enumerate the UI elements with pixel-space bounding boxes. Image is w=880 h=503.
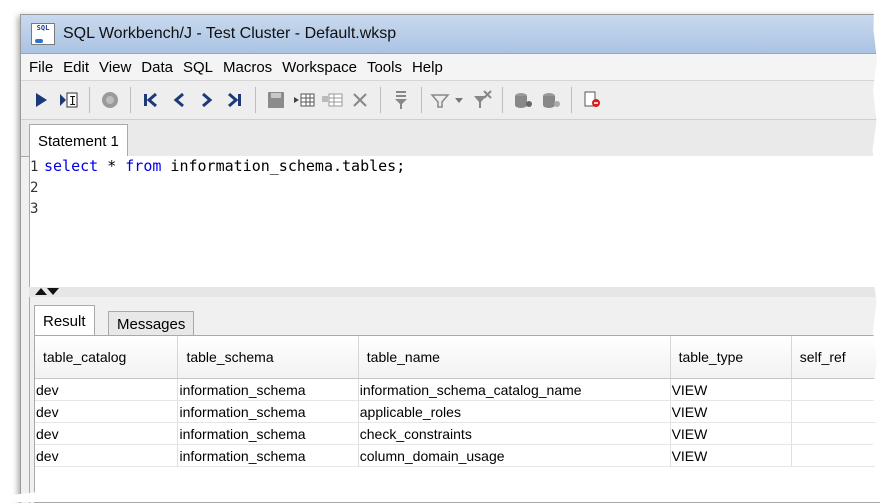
- save-icon[interactable]: [262, 86, 290, 114]
- commit-icon[interactable]: [509, 86, 537, 114]
- table-cell[interactable]: [791, 400, 880, 423]
- rollback-icon[interactable]: [537, 86, 565, 114]
- menu-workspace[interactable]: Workspace: [277, 59, 362, 76]
- table-cell[interactable]: information_schema: [177, 422, 359, 445]
- insert-row-icon[interactable]: [290, 86, 318, 114]
- table-cell[interactable]: VIEW: [670, 422, 792, 445]
- title-bar: SQL SQL Workbench/J - Test Cluster - Def…: [21, 15, 880, 54]
- table-cell[interactable]: check_constraints: [358, 422, 671, 445]
- filter-icon[interactable]: [387, 86, 415, 114]
- column-header[interactable]: table_catalog: [35, 336, 179, 379]
- table-cell[interactable]: information_schema_catalog_name: [358, 378, 671, 401]
- svg-text:I: I: [69, 94, 76, 108]
- menu-macros[interactable]: Macros: [218, 59, 277, 76]
- column-header[interactable]: self_ref: [791, 336, 880, 379]
- toolbar-separator: [380, 87, 381, 113]
- disconnect-icon[interactable]: [578, 86, 606, 114]
- sql-app-icon: SQL: [31, 23, 55, 45]
- table-cell[interactable]: dev: [35, 400, 179, 423]
- table-row[interactable]: dev information_schema column_domain_usa…: [35, 444, 880, 467]
- menu-file[interactable]: File: [21, 59, 58, 76]
- editor-line: 1 select * from information_schema.tables…: [30, 156, 880, 177]
- table-cell[interactable]: information_schema: [177, 378, 359, 401]
- menu-tools[interactable]: Tools: [362, 59, 407, 76]
- editor-line: 3: [30, 198, 880, 219]
- table-row[interactable]: dev information_schema applicable_roles …: [35, 400, 880, 423]
- previous-icon[interactable]: [165, 86, 193, 114]
- table-cell[interactable]: applicable_roles: [358, 400, 671, 423]
- tab-result[interactable]: Result: [34, 305, 95, 336]
- table-cell[interactable]: column_domain_usage: [358, 444, 671, 467]
- editor-line: 2: [30, 177, 880, 198]
- sql-text: information_schema.tables;: [161, 157, 406, 175]
- execute-icon[interactable]: [27, 86, 55, 114]
- window-title: SQL Workbench/J - Test Cluster - Default…: [63, 25, 397, 42]
- table-cell[interactable]: dev: [35, 378, 179, 401]
- table-header-row: table_catalog table_schema table_name ta…: [35, 336, 880, 379]
- editor-tab-strip: Statement 1: [21, 120, 880, 157]
- stop-icon[interactable]: [96, 86, 124, 114]
- table-cell[interactable]: [791, 378, 880, 401]
- line-number: 2: [30, 180, 39, 196]
- table-row[interactable]: dev information_schema check_constraints…: [35, 422, 880, 445]
- line-number: 1: [30, 159, 39, 175]
- split-divider[interactable]: [29, 287, 880, 297]
- delete-row-icon[interactable]: [346, 86, 374, 114]
- table-cell[interactable]: information_schema: [177, 400, 359, 423]
- tab-result-label: Result: [43, 312, 86, 330]
- table-cell[interactable]: VIEW: [670, 444, 792, 467]
- column-header[interactable]: table_name: [358, 336, 671, 379]
- toolbar-separator: [421, 87, 422, 113]
- column-header[interactable]: table_type: [670, 336, 792, 379]
- toolbar-separator: [255, 87, 256, 113]
- menu-edit[interactable]: Edit: [58, 59, 94, 76]
- toolbar: I: [21, 81, 880, 120]
- table-cell[interactable]: VIEW: [670, 378, 792, 401]
- menu-help[interactable]: Help: [407, 59, 448, 76]
- tab-statement-label: Statement 1: [38, 132, 119, 150]
- table-cell[interactable]: information_schema: [177, 444, 359, 467]
- table-cell[interactable]: dev: [35, 422, 179, 445]
- expand-up-icon[interactable]: [35, 288, 47, 295]
- tab-messages[interactable]: Messages: [108, 311, 195, 336]
- line-number: 3: [30, 201, 39, 217]
- result-grid: table_catalog table_schema table_name ta…: [34, 335, 880, 503]
- sql-editor[interactable]: 1 select * from information_schema.tables…: [29, 156, 880, 287]
- menu-view[interactable]: View: [94, 59, 136, 76]
- toolbar-separator: [130, 87, 131, 113]
- table-cell[interactable]: VIEW: [670, 400, 792, 423]
- toolbar-separator: [89, 87, 90, 113]
- table-row[interactable]: dev information_schema information_schem…: [35, 378, 880, 401]
- expand-down-icon[interactable]: [47, 288, 59, 295]
- menu-sql[interactable]: SQL: [178, 59, 218, 76]
- app-window: SQL SQL Workbench/J - Test Cluster - Def…: [20, 14, 880, 503]
- app-icon-label: SQL: [36, 24, 50, 32]
- table-cell[interactable]: [791, 444, 880, 467]
- menu-bar: File Edit View Data SQL Macros Workspace…: [21, 54, 880, 81]
- tab-messages-label: Messages: [117, 315, 186, 333]
- toolbar-separator: [502, 87, 503, 113]
- toolbar-separator: [571, 87, 572, 113]
- menu-data[interactable]: Data: [136, 59, 178, 76]
- last-icon[interactable]: [221, 86, 249, 114]
- table-cell[interactable]: [791, 422, 880, 445]
- sql-keyword: from: [125, 157, 162, 175]
- remove-filter-icon[interactable]: [468, 86, 496, 114]
- column-header[interactable]: table_schema: [177, 336, 359, 379]
- table-cell[interactable]: dev: [35, 444, 179, 467]
- copy-row-icon[interactable]: [318, 86, 346, 114]
- result-panel: Result Messages table_catalog table_sche…: [29, 297, 880, 503]
- result-table: table_catalog table_schema table_name ta…: [35, 336, 880, 467]
- sql-text: *: [98, 157, 126, 175]
- sql-keyword: select: [44, 157, 99, 175]
- next-icon[interactable]: [193, 86, 221, 114]
- first-icon[interactable]: [137, 86, 165, 114]
- execute-current-icon[interactable]: I: [55, 86, 83, 114]
- filter-dropdown-icon[interactable]: [428, 86, 468, 114]
- tab-statement-1[interactable]: Statement 1: [29, 124, 128, 157]
